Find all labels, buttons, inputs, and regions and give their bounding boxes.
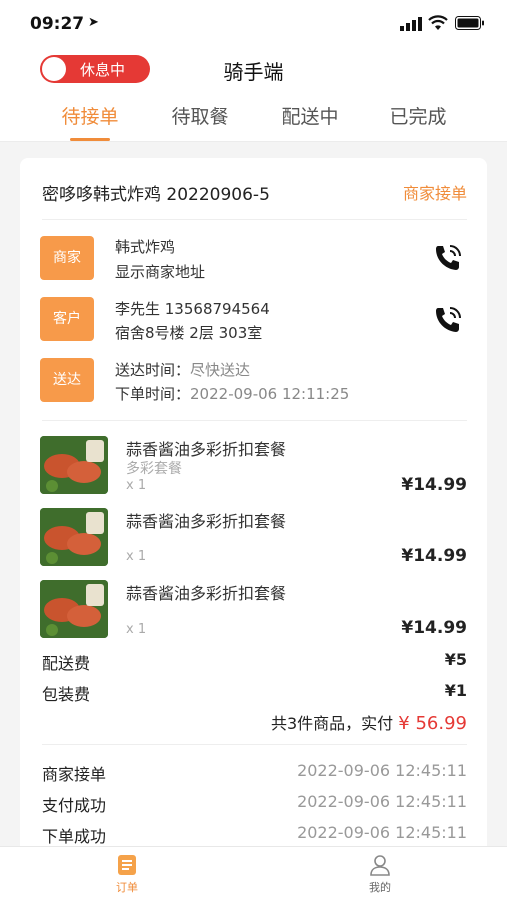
nav-orders-label: 订单 — [116, 881, 138, 894]
signal-icon — [400, 17, 422, 31]
tab-completed[interactable]: 已完成 — [368, 102, 468, 129]
order-tabs: 待接单 待取餐 配送中 已完成 — [0, 98, 507, 142]
status-time: 09:27 — [30, 14, 85, 34]
order-card[interactable]: 密哆哆韩式炸鸡 20220906-5 商家接单 商家 韩式炸鸡 显示商家地址 客… — [20, 158, 487, 858]
order-total: 共3件商品，实付 ¥ 56.99 — [271, 710, 467, 734]
active-tab-indicator — [70, 138, 110, 141]
item-price: ¥14.99 — [401, 546, 467, 566]
delivery-fee-value: ¥5 — [444, 650, 467, 669]
item-price: ¥14.99 — [401, 618, 467, 638]
tab-pending[interactable]: 待接单 — [40, 102, 140, 129]
tab-pickup[interactable]: 待取餐 — [150, 102, 250, 129]
page-title: 骑手端 — [0, 56, 507, 85]
order-time-label: 下单时间： — [115, 385, 191, 403]
arrive-time-label: 送达时间： — [115, 361, 191, 379]
food-image-icon — [40, 508, 108, 566]
customer-address: 宿舍8号楼 2层 303室 — [115, 324, 263, 342]
nav-profile[interactable]: 我的 — [340, 853, 420, 895]
log-time: 2022-09-06 12:45:11 — [297, 792, 467, 811]
item-image — [40, 580, 108, 638]
wifi-icon — [428, 15, 448, 30]
total-prefix: 共3件商品，实付 — [271, 714, 399, 733]
status-bar: 09:27 ➤ — [0, 0, 507, 50]
order-time-value: 2022-09-06 12:11:25 — [190, 385, 350, 403]
delivery-fee-label: 配送费 — [42, 654, 91, 673]
item-qty: x 1 — [126, 549, 147, 564]
arrive-time-value: 尽快送达 — [190, 361, 251, 379]
divider — [42, 219, 467, 220]
log-label: 下单成功 — [42, 827, 107, 846]
order-status: 商家接单 — [402, 184, 467, 203]
merchant-name: 韩式炸鸡 — [115, 238, 176, 256]
log-time: 2022-09-06 12:45:11 — [297, 761, 467, 780]
log-label: 商家接单 — [42, 765, 107, 784]
divider — [42, 744, 467, 745]
food-image-icon — [40, 580, 108, 638]
merchant-address: 显示商家地址 — [115, 263, 206, 281]
item-image — [40, 508, 108, 566]
item-image — [40, 436, 108, 494]
location-arrow-icon: ➤ — [88, 15, 99, 30]
call-customer-icon[interactable] — [432, 304, 464, 336]
tab-delivering[interactable]: 配送中 — [260, 102, 360, 129]
package-fee-value: ¥1 — [444, 681, 467, 700]
total-amount: ¥ 56.99 — [398, 713, 467, 734]
merchant-badge: 商家 — [40, 236, 94, 280]
food-image-icon — [40, 436, 108, 494]
item-qty: x 1 — [126, 478, 147, 493]
order-time: 下单时间：2022-09-06 12:11:25 — [115, 383, 349, 404]
call-merchant-icon[interactable] — [432, 242, 464, 274]
item-sub: 多彩套餐 — [126, 461, 182, 477]
nav-profile-label: 我的 — [369, 881, 391, 894]
order-number: 密哆哆韩式炸鸡 20220906-5 — [42, 185, 270, 205]
item-name: 蒜香酱油多彩折扣套餐 — [126, 440, 287, 459]
order-icon — [118, 855, 136, 875]
item-qty: x 1 — [126, 622, 147, 637]
log-label: 支付成功 — [42, 796, 107, 815]
customer-badge: 客户 — [40, 297, 94, 341]
item-name: 蒜香酱油多彩折扣套餐 — [126, 584, 287, 603]
battery-icon — [455, 16, 484, 30]
profile-icon — [370, 855, 390, 876]
customer-name-phone: 李先生 13568794564 — [115, 300, 270, 318]
item-price: ¥14.99 — [401, 475, 467, 495]
item-name: 蒜香酱油多彩折扣套餐 — [126, 512, 287, 531]
arrive-time: 送达时间：尽快送达 — [115, 359, 250, 380]
divider — [42, 420, 467, 421]
package-fee-label: 包装费 — [42, 685, 91, 704]
page-title-text: 骑手端 — [223, 60, 284, 84]
bottom-nav: 订单 我的 — [0, 846, 507, 900]
header: 休息中 骑手端 待接单 待取餐 配送中 已完成 — [0, 50, 507, 142]
nav-orders[interactable]: 订单 — [87, 853, 167, 895]
log-time: 2022-09-06 12:45:11 — [297, 823, 467, 842]
delivery-badge: 送达 — [40, 358, 94, 402]
